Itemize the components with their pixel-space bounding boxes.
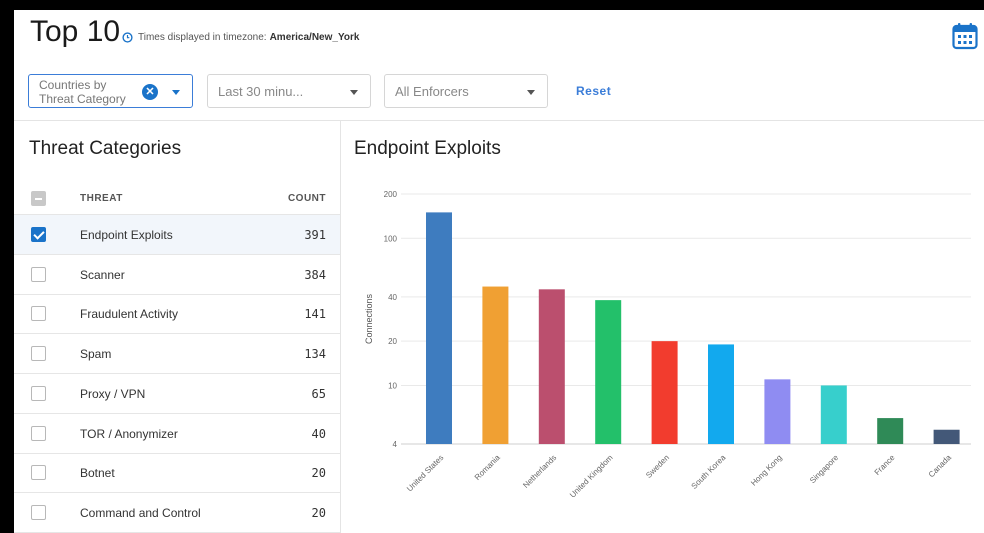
- threat-count: 65: [311, 386, 326, 401]
- x-tick-label: Netherlands: [521, 453, 558, 490]
- threat-count: 134: [304, 347, 326, 362]
- x-tick-label: Sweden: [644, 453, 671, 480]
- bar-canada[interactable]: [933, 429, 960, 444]
- clock-icon: [122, 32, 133, 43]
- table-row[interactable]: TOR / Anonymizer 40: [14, 414, 340, 454]
- chevron-down-icon: [527, 90, 535, 95]
- threat-count: 20: [311, 466, 326, 481]
- timezone-value: America/New_York: [269, 32, 360, 43]
- y-tick-label: 40: [388, 293, 397, 302]
- x-tick-label: United States: [405, 453, 445, 493]
- bar-france[interactable]: [877, 418, 904, 444]
- column-header-threat: THREAT: [80, 193, 123, 204]
- chevron-down-icon: [172, 90, 180, 95]
- threat-count: 391: [304, 228, 326, 242]
- threat-name: TOR / Anonymizer: [80, 426, 178, 441]
- time-range-select[interactable]: Last 30 minu...: [207, 74, 371, 108]
- clear-icon[interactable]: ✕: [142, 84, 158, 100]
- table-row[interactable]: Botnet 20: [14, 453, 340, 494]
- x-tick-label: South Korea: [690, 453, 728, 491]
- bar-chart: 4 10 20 40 100 200 Connections United States Rom…: [364, 190, 971, 500]
- category-select-value: Countries by Threat Category: [39, 78, 126, 106]
- table-row[interactable]: Spam 134: [14, 334, 340, 375]
- y-tick-label: 20: [388, 337, 397, 346]
- reset-button[interactable]: Reset: [576, 84, 611, 98]
- time-range-value: Last 30 minu...: [218, 84, 304, 99]
- app-frame: Top 10 Times displayed in timezone: Amer…: [14, 10, 984, 533]
- threat-count: 20: [311, 505, 326, 520]
- row-checkbox[interactable]: [31, 346, 46, 362]
- timezone-label: Times displayed in timezone:: [138, 32, 267, 43]
- bar-netherlands[interactable]: [538, 289, 565, 444]
- header: Top 10 Times displayed in timezone: Amer…: [14, 10, 984, 62]
- bar-romania[interactable]: [482, 286, 509, 444]
- bar-hong-kong[interactable]: [764, 379, 791, 444]
- row-checkbox[interactable]: [31, 425, 46, 441]
- table-row[interactable]: Proxy / VPN 65: [14, 374, 340, 414]
- row-checkbox[interactable]: [31, 504, 46, 520]
- enforcers-select[interactable]: All Enforcers: [384, 74, 548, 108]
- x-tick-label: Romania: [473, 453, 502, 482]
- row-checkbox[interactable]: [31, 227, 46, 242]
- timezone-info: Times displayed in timezone: America/New…: [122, 32, 359, 43]
- threat-categories-panel: Threat Categories THREAT COUNT Endpoint …: [14, 121, 340, 533]
- threat-name: Proxy / VPN: [80, 386, 146, 401]
- row-checkbox[interactable]: [31, 266, 46, 282]
- table-header: THREAT COUNT: [14, 181, 340, 215]
- column-header-count: COUNT: [287, 193, 326, 204]
- y-tick-label: 100: [384, 234, 398, 243]
- threat-name: Scanner: [80, 267, 125, 282]
- category-select[interactable]: Countries by Threat Category ✕: [28, 74, 193, 108]
- table-row[interactable]: Fraudulent Activity 141: [14, 294, 340, 335]
- threat-name: Fraudulent Activity: [80, 307, 179, 322]
- y-tick-label: 10: [388, 381, 397, 390]
- bar-singapore[interactable]: [820, 385, 847, 444]
- x-tick-label: France: [873, 453, 897, 477]
- threat-name: Spam: [80, 347, 112, 362]
- x-tick-label: United Kingdom: [568, 453, 615, 500]
- panel-title: Threat Categories: [29, 138, 182, 159]
- threat-name: Command and Control: [80, 505, 201, 520]
- threat-name: Botnet: [80, 466, 115, 481]
- threat-count: 141: [304, 307, 326, 322]
- bar-sweden[interactable]: [651, 341, 678, 444]
- chevron-down-icon: [350, 90, 358, 95]
- calendar-icon[interactable]: [952, 22, 978, 50]
- x-tick-label: Canada: [927, 453, 954, 480]
- chart-title: Endpoint Exploits: [354, 138, 501, 159]
- threat-count: 384: [304, 267, 326, 282]
- row-checkbox[interactable]: [31, 465, 46, 481]
- bar-united-states[interactable]: [426, 212, 452, 444]
- page-title: Top 10: [30, 15, 121, 48]
- filter-bar: Countries by Threat Category ✕ Last 30 m…: [14, 70, 984, 110]
- x-tick-label: Singapore: [808, 453, 841, 486]
- row-checkbox[interactable]: [31, 385, 46, 401]
- y-tick-label: 200: [384, 190, 398, 199]
- bar-united-kingdom[interactable]: [595, 300, 622, 444]
- table-row[interactable]: Endpoint Exploits 391: [14, 215, 340, 255]
- select-all-checkbox[interactable]: [31, 191, 46, 206]
- row-checkbox[interactable]: [31, 306, 46, 322]
- chart-panel: 4 10 20 40 100 200 Connections United States Rom…: [341, 121, 984, 533]
- table-row[interactable]: Scanner 384: [14, 255, 340, 295]
- threat-name: Endpoint Exploits: [80, 228, 173, 242]
- threat-count: 40: [311, 426, 326, 441]
- enforcers-value: All Enforcers: [395, 84, 469, 99]
- table-row[interactable]: Command and Control 20: [14, 493, 340, 533]
- y-axis-label: Connections: [364, 293, 374, 344]
- y-tick-label: 4: [393, 440, 398, 449]
- bar-south-korea[interactable]: [708, 344, 734, 444]
- x-tick-label: Hong Kong: [749, 453, 784, 488]
